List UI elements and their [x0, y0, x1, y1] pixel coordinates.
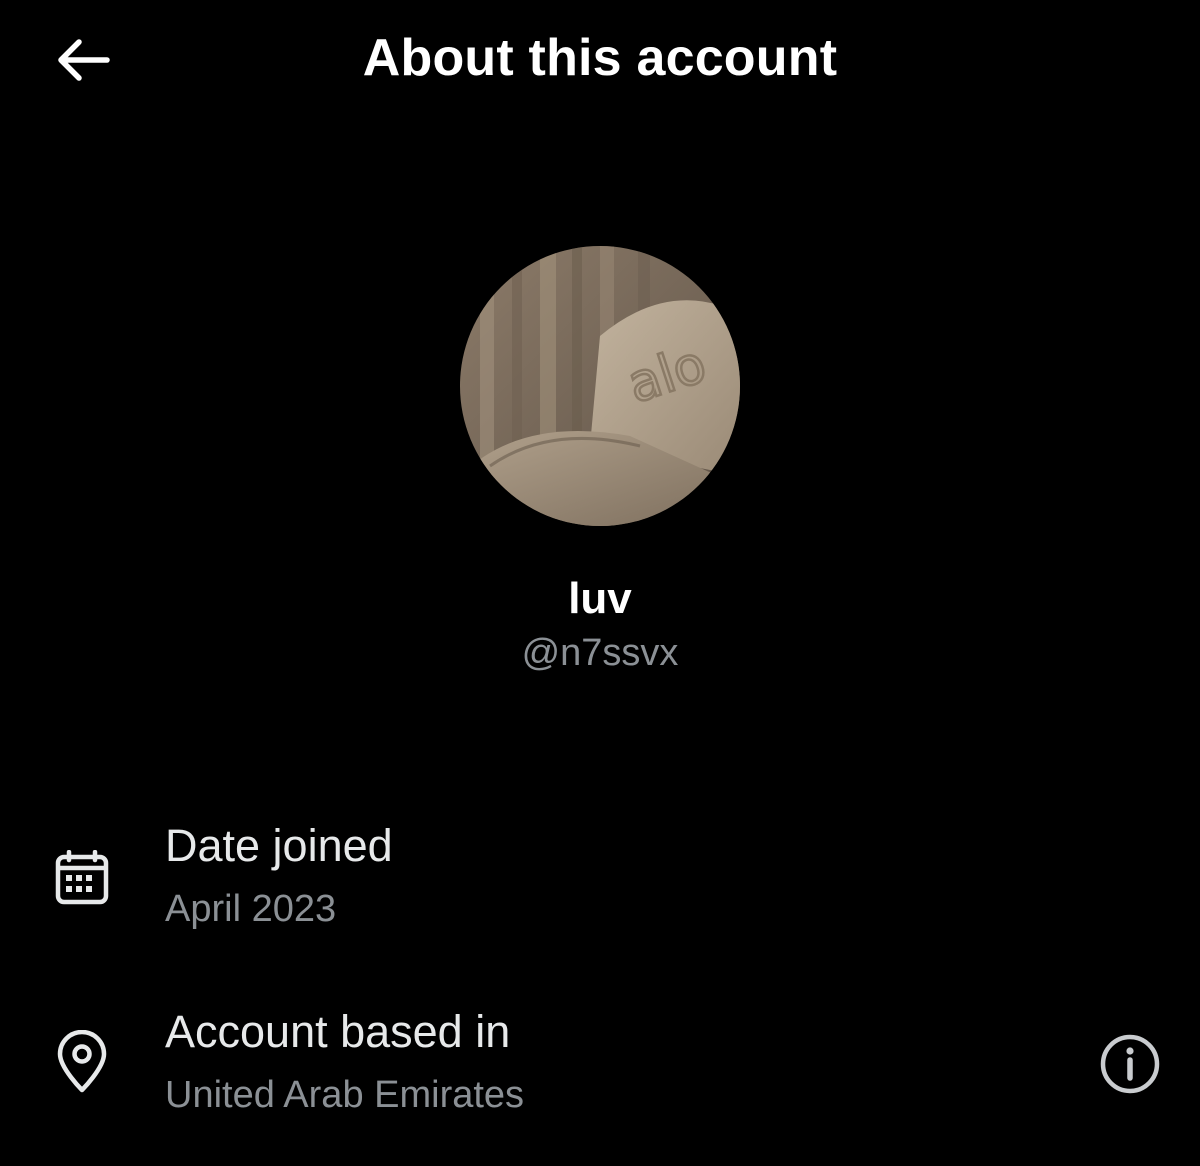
username-handle: @n7ssvx: [521, 632, 679, 674]
info-icon: [1100, 1034, 1160, 1094]
date-joined-row: Date joined April 2023: [0, 820, 1200, 950]
date-joined-label: Date joined: [165, 820, 393, 871]
account-location-value: United Arab Emirates: [165, 1074, 525, 1116]
top-bar: About this account: [0, 0, 1200, 120]
account-location-label: Account based in: [165, 1006, 511, 1057]
date-joined-value: April 2023: [165, 888, 337, 930]
avatar[interactable]: alo: [460, 246, 740, 526]
location-info-button[interactable]: [1096, 1030, 1164, 1098]
location-pin-icon: [50, 1030, 114, 1094]
page-title: About this account: [362, 29, 838, 87]
profile-photo: alo: [460, 246, 740, 526]
calendar-icon: [50, 846, 114, 910]
display-name: luv: [568, 574, 632, 623]
account-location-row: Account based in United Arab Emirates: [0, 1006, 1200, 1136]
